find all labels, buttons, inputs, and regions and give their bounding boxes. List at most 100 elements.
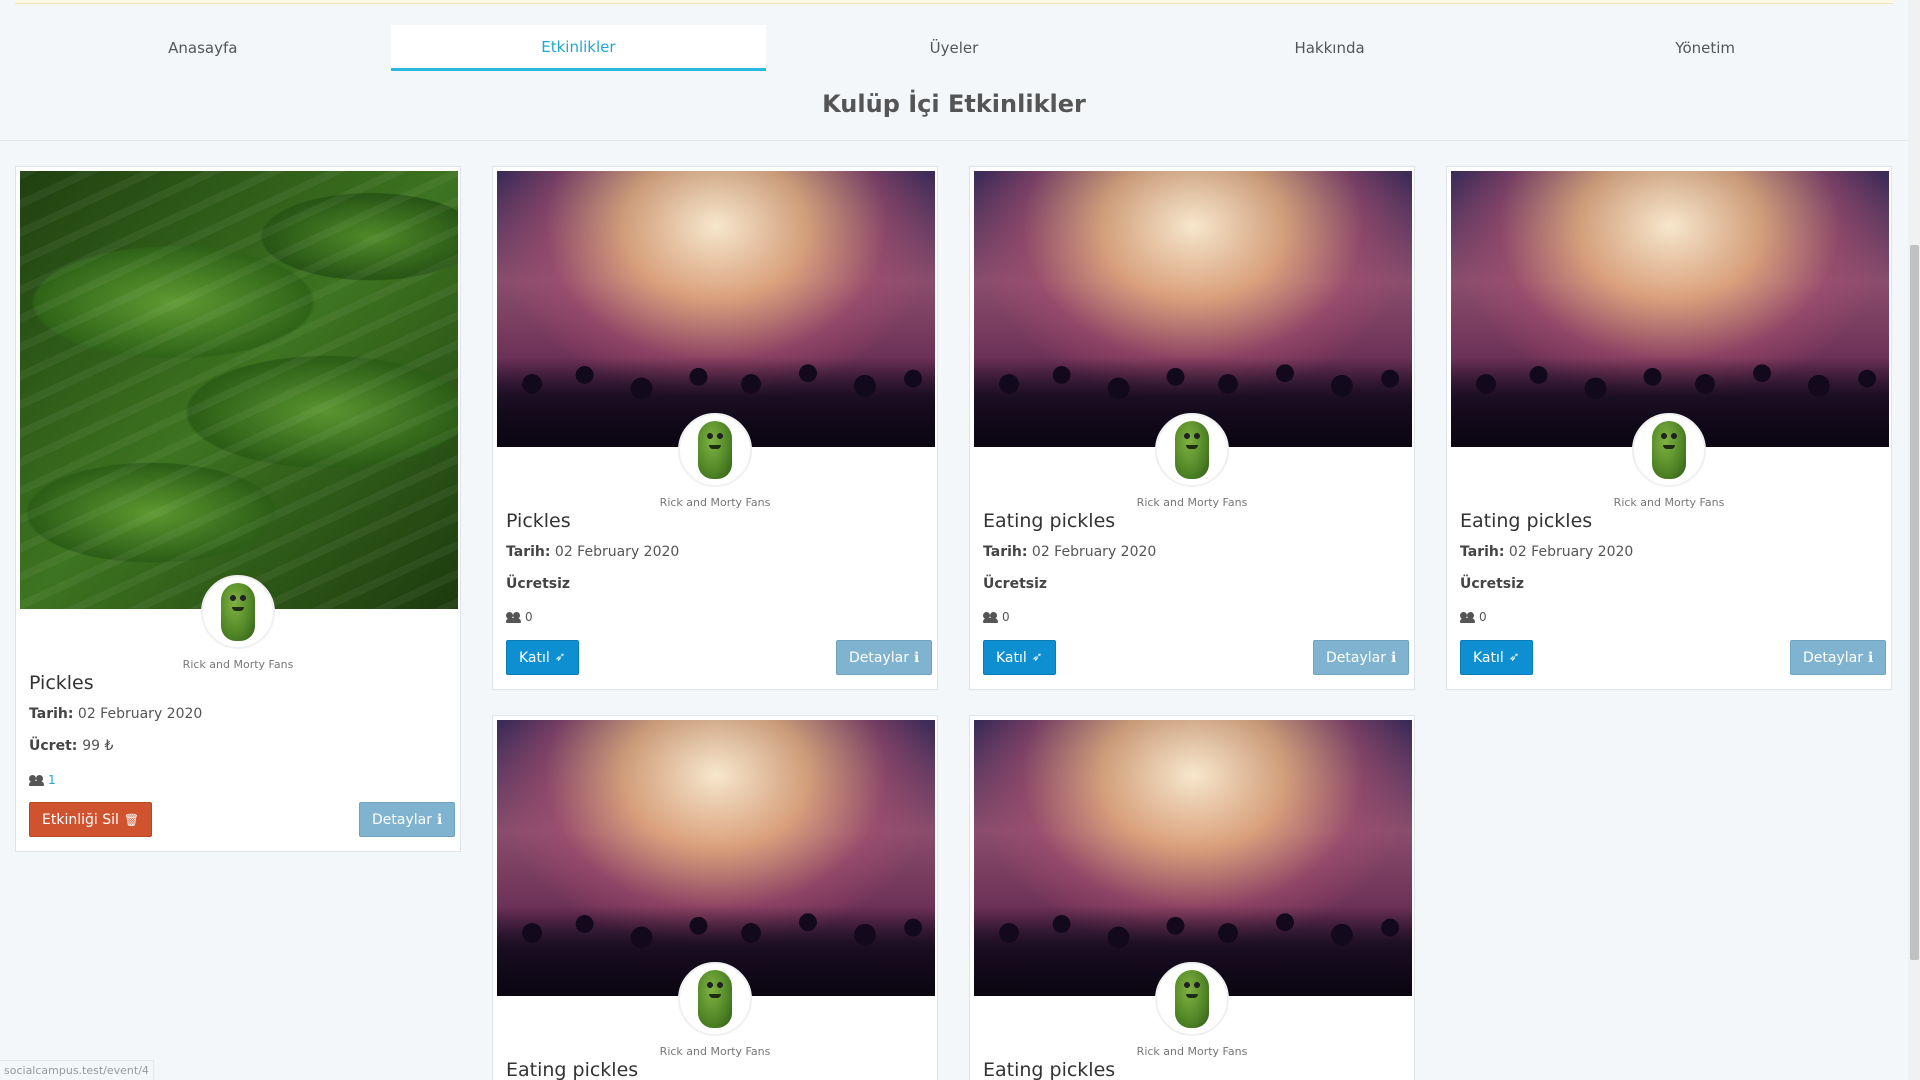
event-image[interactable] — [20, 171, 458, 609]
club-name: Rick and Morty Fans — [659, 496, 771, 509]
tab-uyeler[interactable]: Üyeler — [766, 25, 1142, 71]
event-price: Ücret: 99 ₺ — [29, 738, 113, 754]
attendee-count-value: 0 — [525, 610, 533, 624]
club-avatar[interactable] — [678, 962, 752, 1036]
attendee-count-value: 0 — [1479, 610, 1487, 624]
join-button-label: Katıl — [1473, 649, 1504, 666]
price-label: Ücret: — [29, 738, 78, 754]
pickle-icon — [1652, 421, 1686, 479]
event-card: Rick and Morty Fans Pickles Tarih: 02 Fe… — [15, 166, 461, 852]
club-name: Rick and Morty Fans — [182, 658, 294, 671]
event-card: Rick and Morty Fans Eating pickles — [492, 715, 938, 1080]
pickle-icon — [698, 970, 732, 1028]
club-nav-tabs: Anasayfa Etkinlikler Üyeler Hakkında Yön… — [15, 25, 1893, 71]
join-button-label: Katıl — [996, 649, 1027, 666]
event-date: Tarih: 02 February 2020 — [983, 544, 1156, 560]
date-label: Tarih: — [29, 706, 74, 722]
details-button-label: Detaylar — [1326, 649, 1386, 666]
pickle-icon — [1175, 421, 1209, 479]
trash-icon: 🗑 — [123, 812, 140, 827]
info-icon: ℹ — [436, 811, 443, 828]
club-avatar[interactable] — [678, 413, 752, 487]
paper-plane-icon: ➶ — [554, 650, 566, 665]
join-button[interactable]: Katıl ➶ — [506, 640, 579, 675]
date-value: 02 February 2020 — [77, 706, 203, 722]
event-image[interactable] — [497, 171, 935, 447]
users-icon — [1460, 611, 1475, 623]
date-value: 02 February 2020 — [1508, 544, 1634, 560]
details-button[interactable]: Detaylar ℹ — [359, 802, 456, 837]
event-title: Eating pickles — [983, 510, 1116, 532]
join-button-label: Katıl — [519, 649, 550, 666]
date-label: Tarih: — [1460, 544, 1505, 560]
date-label: Tarih: — [983, 544, 1028, 560]
event-card: Rick and Morty Fans Pickles Tarih: 02 Fe… — [492, 166, 938, 690]
status-bar-url: socialcampus.test/event/4 — [0, 1060, 154, 1080]
attendee-count: 0 — [506, 610, 533, 624]
date-label: Tarih: — [506, 544, 551, 560]
tab-anasayfa[interactable]: Anasayfa — [15, 25, 391, 71]
event-image[interactable] — [497, 720, 935, 996]
paper-plane-icon: ➶ — [1508, 650, 1520, 665]
event-title: Pickles — [506, 510, 571, 532]
details-button[interactable]: Detaylar ℹ — [1313, 640, 1410, 675]
event-price: Ücretsiz — [983, 576, 1048, 592]
event-date: Tarih: 02 February 2020 — [29, 706, 202, 722]
event-card: Rick and Morty Fans Eating pickles Tarih… — [1446, 166, 1892, 690]
attendee-count-value: 0 — [1002, 610, 1010, 624]
date-value: 02 February 2020 — [554, 544, 680, 560]
club-name: Rick and Morty Fans — [1136, 496, 1248, 509]
event-title: Pickles — [29, 672, 94, 694]
info-icon: ℹ — [1867, 649, 1874, 666]
pickle-icon — [698, 421, 732, 479]
date-value: 02 February 2020 — [1031, 544, 1157, 560]
tab-etkinlikler[interactable]: Etkinlikler — [390, 25, 767, 71]
club-avatar[interactable] — [201, 575, 275, 649]
paper-plane-icon: ➶ — [1031, 650, 1043, 665]
info-icon: ℹ — [1390, 649, 1397, 666]
event-title: Eating pickles — [506, 1059, 639, 1080]
pickle-icon — [1175, 970, 1209, 1028]
event-card: Rick and Morty Fans Eating pickles Tarih… — [969, 166, 1415, 690]
event-title: Eating pickles — [983, 1059, 1116, 1080]
join-button[interactable]: Katıl ➶ — [1460, 640, 1533, 675]
users-icon — [506, 611, 521, 623]
page-title: Kulüp İçi Etkinlikler — [822, 90, 1086, 118]
attendee-count: 0 — [983, 610, 1010, 624]
delete-event-button[interactable]: Etkinliği Sil 🗑 — [29, 802, 153, 837]
club-name: Rick and Morty Fans — [1136, 1045, 1248, 1058]
event-price: Ücretsiz — [506, 576, 571, 592]
event-image[interactable] — [1451, 171, 1889, 447]
info-icon: ℹ — [913, 649, 920, 666]
details-button-label: Detaylar — [372, 811, 432, 828]
event-date: Tarih: 02 February 2020 — [506, 544, 679, 560]
club-name: Rick and Morty Fans — [1613, 496, 1725, 509]
divider — [0, 140, 1908, 141]
tab-yonetim[interactable]: Yönetim — [1517, 25, 1893, 71]
event-card: Rick and Morty Fans Eating pickles — [969, 715, 1415, 1080]
price-value: 99 ₺ — [82, 738, 114, 754]
details-button[interactable]: Detaylar ℹ — [1790, 640, 1887, 675]
pickle-icon — [221, 583, 255, 641]
users-icon — [29, 774, 44, 786]
event-price: Ücretsiz — [1460, 576, 1525, 592]
scrollbar-thumb[interactable] — [1910, 245, 1919, 960]
details-button-label: Detaylar — [849, 649, 909, 666]
attendee-count-value: 1 — [48, 773, 56, 787]
users-icon — [983, 611, 998, 623]
club-avatar[interactable] — [1155, 413, 1229, 487]
join-button[interactable]: Katıl ➶ — [983, 640, 1056, 675]
attendee-count: 1 — [29, 773, 56, 787]
top-alert-strip — [15, 0, 1893, 4]
club-avatar[interactable] — [1632, 413, 1706, 487]
club-avatar[interactable] — [1155, 962, 1229, 1036]
event-image[interactable] — [974, 720, 1412, 996]
attendee-count: 0 — [1460, 610, 1487, 624]
event-date: Tarih: 02 February 2020 — [1460, 544, 1633, 560]
club-name: Rick and Morty Fans — [659, 1045, 771, 1058]
details-button-label: Detaylar — [1803, 649, 1863, 666]
details-button[interactable]: Detaylar ℹ — [836, 640, 933, 675]
tab-hakkinda[interactable]: Hakkında — [1142, 25, 1518, 71]
event-image[interactable] — [974, 171, 1412, 447]
event-title: Eating pickles — [1460, 510, 1593, 532]
